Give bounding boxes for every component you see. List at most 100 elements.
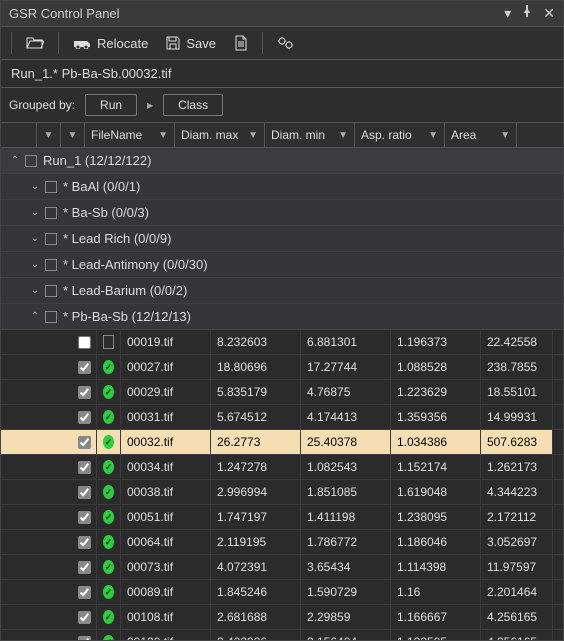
cell-file: 00108.tif [121, 605, 211, 629]
autohide-icon[interactable]: ▾ [504, 5, 511, 22]
funnel-icon[interactable]: ▼ [68, 130, 78, 141]
table-row[interactable]: ✓00064.tif2.1191951.7867721.1860463.0526… [1, 530, 563, 555]
expand-box-icon[interactable] [25, 155, 37, 167]
row-checkbox[interactable] [78, 486, 91, 499]
toolbar: Relocate Save [1, 27, 563, 60]
row-checkbox[interactable] [78, 636, 91, 641]
table-row[interactable]: ✓00108.tif2.6816882.298591.1666674.25616… [1, 605, 563, 630]
expand-icon[interactable]: ⌄ [27, 207, 43, 218]
funnel-icon[interactable]: ▼ [44, 130, 54, 141]
row-checkbox[interactable] [78, 511, 91, 524]
table-row[interactable]: ✓00032.tif26.277325.403781.034386507.628… [1, 430, 563, 455]
path-bar: Run_1.* Pb-Ba-Sb.00032.tif [1, 60, 563, 88]
group-pbbasb[interactable]: ⌃* Pb-Ba-Sb (12/12/13) [1, 304, 563, 330]
table-row[interactable]: ✓00073.tif4.0723913.654341.11439811.9759… [1, 555, 563, 580]
group-basb[interactable]: ⌄* Ba-Sb (0/0/3) [1, 200, 563, 226]
cell-dmax: 1.247278 [211, 455, 301, 479]
header-asp-ratio[interactable]: Asp. ratio▼ [355, 123, 445, 147]
row-checkbox[interactable] [78, 336, 91, 349]
cell-area: 507.6283 [481, 430, 553, 454]
cell-file: 00051.tif [121, 505, 211, 529]
save-label: Save [186, 36, 216, 51]
header-check[interactable]: ▼ [37, 123, 61, 147]
cell-dmin: 2.29859 [301, 605, 391, 629]
funnel-icon[interactable]: ▼ [248, 130, 258, 141]
cell-file: 00038.tif [121, 480, 211, 504]
row-checkbox[interactable] [78, 561, 91, 574]
check-ok-icon: ✓ [103, 460, 114, 474]
cell-area: 2.172112 [481, 505, 553, 529]
cell-file: 00064.tif [121, 530, 211, 554]
check-ok-icon: ✓ [103, 535, 114, 549]
table-row[interactable]: ✓00034.tif1.2472781.0825431.1521741.2621… [1, 455, 563, 480]
group-chip-class[interactable]: Class [163, 94, 223, 116]
funnel-icon[interactable]: ▼ [338, 130, 348, 141]
cell-dmin: 1.411198 [301, 505, 391, 529]
header-status[interactable]: ▼ [61, 123, 85, 147]
row-checkbox[interactable] [78, 411, 91, 424]
row-checkbox[interactable] [78, 386, 91, 399]
collapse-icon[interactable]: ⌃ [7, 155, 23, 166]
row-checkbox[interactable] [78, 436, 91, 449]
row-checkbox[interactable] [78, 611, 91, 624]
table-row[interactable]: 00019.tif8.2326036.8813011.19637322.4255… [1, 330, 563, 355]
cell-asp: 1.186046 [391, 530, 481, 554]
relocate-label: Relocate [97, 36, 148, 51]
open-button[interactable] [18, 32, 52, 54]
table-row[interactable]: ✓00029.tif5.8351794.768751.22362918.5510… [1, 380, 563, 405]
row-checkbox[interactable] [78, 586, 91, 599]
settings-button[interactable] [269, 32, 303, 54]
group-leadantimony[interactable]: ⌄* Lead-Antimony (0/0/30) [1, 252, 563, 278]
cell-file: 00034.tif [121, 455, 211, 479]
group-run1[interactable]: ⌃Run_1 (12/12/122) [1, 148, 563, 174]
cell-asp: 1.223629 [391, 380, 481, 404]
header-diam-min[interactable]: Diam. min▼ [265, 123, 355, 147]
table-row[interactable]: ✓00120.tif2.4229262.1564041.1235954.2561… [1, 630, 563, 640]
check-ok-icon: ✓ [103, 485, 114, 499]
cell-dmin: 1.851085 [301, 480, 391, 504]
group-chip-run[interactable]: Run [85, 94, 137, 116]
expand-icon[interactable]: ⌄ [27, 181, 43, 192]
row-checkbox[interactable] [78, 461, 91, 474]
group-arrow-icon[interactable]: ▸ [147, 98, 153, 112]
header-filename[interactable]: FileName▼ [85, 123, 175, 147]
cell-dmin: 25.40378 [301, 430, 391, 454]
close-icon[interactable]: ✕ [543, 5, 555, 22]
funnel-icon[interactable]: ▼ [428, 130, 438, 141]
pin-icon[interactable] [521, 5, 533, 22]
table-row[interactable]: ✓00051.tif1.7471971.4111981.2380952.1721… [1, 505, 563, 530]
check-ok-icon: ✓ [103, 635, 114, 640]
expand-icon[interactable]: ⌄ [27, 259, 43, 270]
check-ok-icon: ✓ [103, 435, 114, 449]
row-checkbox[interactable] [78, 361, 91, 374]
table-row[interactable]: ✓00089.tif1.8452461.5907291.162.201464 [1, 580, 563, 605]
collapse-icon[interactable]: ⌃ [27, 311, 43, 322]
cell-asp: 1.238095 [391, 505, 481, 529]
cell-dmax: 2.996994 [211, 480, 301, 504]
funnel-icon[interactable]: ▼ [158, 130, 168, 141]
table-row[interactable]: ✓00038.tif2.9969941.8510851.6190484.3442… [1, 480, 563, 505]
expand-icon[interactable]: ⌄ [27, 233, 43, 244]
header-area[interactable]: Area▼ [445, 123, 517, 147]
cell-file: 00073.tif [121, 555, 211, 579]
expand-icon[interactable]: ⌄ [27, 285, 43, 296]
group-leadrich[interactable]: ⌄* Lead Rich (0/0/9) [1, 226, 563, 252]
table-row[interactable]: ✓00027.tif18.8069617.277441.088528238.78… [1, 355, 563, 380]
funnel-icon[interactable]: ▼ [500, 130, 510, 141]
check-ok-icon: ✓ [103, 585, 114, 599]
save-button[interactable]: Save [158, 32, 224, 55]
check-ok-icon: ✓ [103, 510, 114, 524]
document-button[interactable] [226, 31, 256, 55]
cell-dmax: 2.422926 [211, 630, 301, 640]
row-checkbox[interactable] [78, 536, 91, 549]
data-tree[interactable]: ⌃Run_1 (12/12/122) ⌄* BaAl (0/0/1) ⌄* Ba… [1, 148, 563, 640]
cell-dmax: 2.119195 [211, 530, 301, 554]
relocate-button[interactable]: Relocate [65, 32, 156, 55]
cell-file: 00031.tif [121, 405, 211, 429]
cell-dmin: 1.786772 [301, 530, 391, 554]
group-leadbarium[interactable]: ⌄* Lead-Barium (0/0/2) [1, 278, 563, 304]
header-diam-max[interactable]: Diam. max▼ [175, 123, 265, 147]
group-baal[interactable]: ⌄* BaAl (0/0/1) [1, 174, 563, 200]
cell-dmax: 5.674512 [211, 405, 301, 429]
table-row[interactable]: ✓00031.tif5.6745124.1744131.35935614.999… [1, 405, 563, 430]
